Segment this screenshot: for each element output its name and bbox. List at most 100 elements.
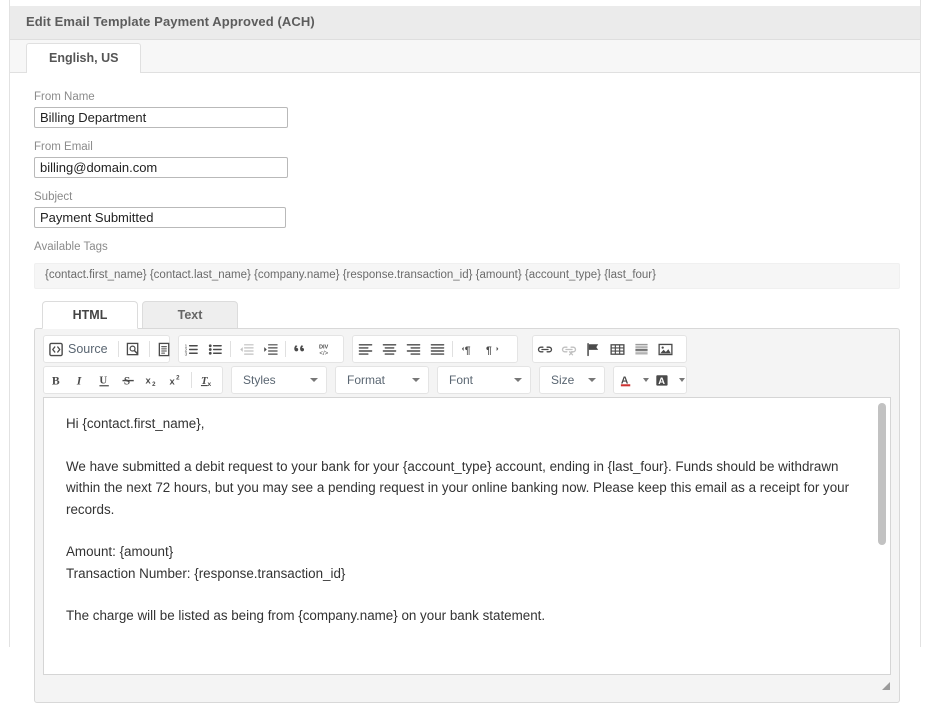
- font-dropdown-label: Font: [449, 373, 474, 387]
- size-dropdown-label: Size: [551, 373, 575, 387]
- svg-text:2: 2: [176, 374, 180, 381]
- tab-text-label: Text: [177, 308, 203, 322]
- size-dropdown[interactable]: Size: [539, 366, 605, 394]
- editor-toolbar-row-2: B I U S x 2 x 2 T x Styles Format Font S…: [35, 366, 899, 396]
- locale-tab-strip: English, US: [10, 40, 920, 74]
- email-paragraph-2: The charge will be listed as being from …: [66, 608, 546, 623]
- toolbar-group-document: Source: [43, 335, 170, 363]
- toolbar-group-paragraph: 1 2 3 DIV </>: [178, 335, 344, 363]
- tab-english-us[interactable]: English, US: [26, 43, 142, 74]
- toolbar-group-alignment: ¶ ¶: [352, 335, 518, 363]
- font-dropdown[interactable]: Font: [437, 366, 531, 394]
- svg-text:x: x: [207, 381, 211, 388]
- toolbar-separator: [117, 341, 119, 357]
- email-amount-line: Amount: {amount}: [66, 544, 174, 559]
- subject-input[interactable]: [34, 207, 286, 228]
- chevron-down-icon: [588, 378, 596, 382]
- toolbar-group-basic-styles: B I U S x 2 x 2 T x: [43, 366, 223, 394]
- chevron-down-icon[interactable]: [643, 378, 649, 382]
- bulleted-list-icon[interactable]: [203, 338, 227, 360]
- blockquote-icon[interactable]: [289, 338, 313, 360]
- chevron-down-icon: [514, 378, 522, 382]
- toolbar-separator: [452, 341, 453, 357]
- from-email-label: From Email: [34, 141, 93, 153]
- source-button[interactable]: Source: [44, 338, 115, 360]
- chevron-down-icon[interactable]: [679, 378, 685, 382]
- svg-text:B: B: [51, 374, 59, 387]
- toolbar-separator: [148, 341, 150, 357]
- italic-icon[interactable]: I: [68, 369, 92, 391]
- background-color-button[interactable]: A: [651, 369, 673, 391]
- form-body: From Name From Email Subject Available T…: [10, 73, 920, 703]
- svg-text:3: 3: [184, 351, 187, 356]
- editor-toolbar-row-1: Source 1 2 3 DIV </> ¶ ¶: [35, 335, 899, 365]
- toolbar-group-colors: A A: [613, 366, 687, 394]
- source-button-label: Source: [68, 342, 108, 356]
- locale-tab-label: English, US: [49, 51, 119, 65]
- underline-icon[interactable]: U: [92, 369, 116, 391]
- svg-text:S: S: [123, 375, 129, 387]
- from-name-input[interactable]: [34, 107, 288, 128]
- styles-dropdown[interactable]: Styles: [231, 366, 327, 394]
- tab-text[interactable]: Text: [142, 301, 238, 329]
- align-right-icon[interactable]: [401, 338, 425, 360]
- format-dropdown[interactable]: Format: [335, 366, 429, 394]
- create-div-icon[interactable]: DIV </>: [313, 338, 337, 360]
- preview-icon[interactable]: [122, 338, 146, 360]
- increase-indent-icon[interactable]: [258, 338, 282, 360]
- justify-icon[interactable]: [425, 338, 449, 360]
- page-title: Edit Email Template Payment Approved (AC…: [26, 14, 315, 29]
- email-transaction-line: Transaction Number: {response.transactio…: [66, 565, 346, 581]
- editor-scrollbar-thumb[interactable]: [878, 403, 886, 545]
- svg-text:x: x: [169, 376, 175, 386]
- numbered-list-icon[interactable]: 1 2 3: [179, 338, 203, 360]
- svg-text:</>: </>: [319, 350, 328, 357]
- svg-text:x: x: [145, 375, 151, 385]
- subscript-icon[interactable]: x 2: [140, 369, 164, 391]
- anchor-icon[interactable]: [581, 338, 605, 360]
- edit-email-template-panel: Edit Email Template Payment Approved (AC…: [9, 0, 921, 703]
- svg-text:¶: ¶: [464, 345, 470, 356]
- decrease-indent-icon[interactable]: [234, 338, 258, 360]
- svg-text:2: 2: [152, 381, 156, 388]
- tab-html-label: HTML: [72, 308, 108, 322]
- svg-text:¶: ¶: [485, 345, 491, 356]
- align-left-icon[interactable]: [353, 338, 377, 360]
- superscript-icon[interactable]: x 2: [164, 369, 188, 391]
- align-center-icon[interactable]: [377, 338, 401, 360]
- rtl-icon[interactable]: ¶: [480, 338, 504, 360]
- panel-header: Edit Email Template Payment Approved (AC…: [10, 6, 920, 40]
- horizontal-rule-icon[interactable]: [629, 338, 653, 360]
- format-dropdown-label: Format: [347, 373, 386, 387]
- editor-footer: [43, 677, 891, 697]
- editor-content-area[interactable]: Hi {contact.first_name}, We have submitt…: [43, 397, 891, 675]
- toolbar-separator: [191, 372, 192, 388]
- text-color-button[interactable]: A: [615, 369, 637, 391]
- templates-icon[interactable]: [153, 338, 177, 360]
- chevron-down-icon: [310, 378, 318, 382]
- image-icon[interactable]: [653, 338, 677, 360]
- ltr-icon[interactable]: ¶: [456, 338, 480, 360]
- subject-label: Subject: [34, 191, 73, 203]
- editor-format-tabs: HTML Text: [34, 301, 900, 329]
- toolbar-separator: [230, 341, 231, 357]
- from-email-input[interactable]: [34, 157, 288, 178]
- svg-text:A: A: [658, 375, 665, 385]
- editor-resize-handle[interactable]: [879, 679, 891, 691]
- styles-dropdown-label: Styles: [243, 373, 276, 387]
- link-icon[interactable]: [533, 338, 557, 360]
- unlink-icon[interactable]: [557, 338, 581, 360]
- editor-content[interactable]: Hi {contact.first_name}, We have submitt…: [44, 398, 890, 674]
- table-icon[interactable]: [605, 338, 629, 360]
- svg-text:U: U: [99, 374, 107, 386]
- available-tags-text: {contact.first_name} {contact.last_name}…: [45, 269, 656, 281]
- tab-html[interactable]: HTML: [42, 301, 138, 329]
- bold-icon[interactable]: B: [44, 369, 68, 391]
- chevron-down-icon: [412, 378, 420, 382]
- editor-scrollbar-track[interactable]: [877, 399, 889, 673]
- strikethrough-icon[interactable]: S: [116, 369, 140, 391]
- toolbar-group-insert: [532, 335, 687, 363]
- email-greeting: Hi {contact.first_name},: [66, 416, 205, 431]
- available-tags-label: Available Tags: [34, 241, 108, 253]
- remove-format-icon[interactable]: T x: [195, 369, 219, 391]
